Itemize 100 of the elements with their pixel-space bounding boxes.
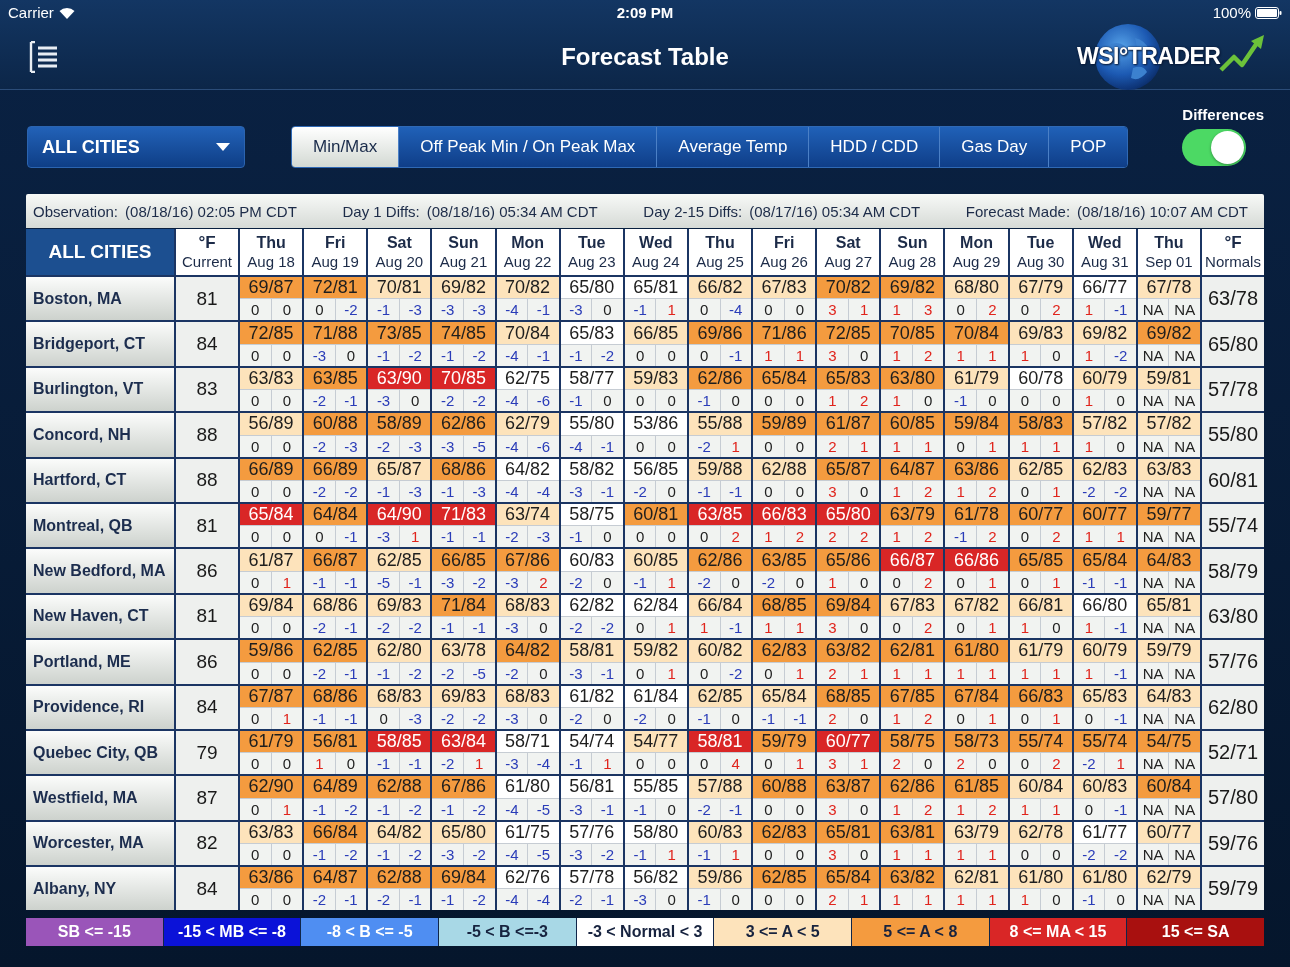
forecast-range: 62/85 xyxy=(1009,458,1072,480)
forecast-range: 57/78 xyxy=(560,867,623,889)
diff-value: 1 xyxy=(1073,299,1105,321)
forecast-range: 63/74 xyxy=(496,503,559,526)
diff-value: 2 xyxy=(911,571,944,593)
diff-value: 0 xyxy=(334,753,367,775)
diff-value: -1 xyxy=(1104,707,1136,729)
diff-value: NA xyxy=(1137,844,1169,866)
forecast-range: 61/84 xyxy=(624,685,687,707)
diff-value: 0 xyxy=(240,889,271,911)
info-label: Day 2-15 Diffs: xyxy=(643,202,743,220)
diff-value: 0 xyxy=(847,344,880,366)
forecast-range: 60/81 xyxy=(624,503,687,526)
forecast-range: 61/78 xyxy=(945,503,1008,526)
diff-value: 1 xyxy=(945,662,977,684)
battery-icon xyxy=(1255,6,1282,19)
forecast-range: 58/83 xyxy=(1009,413,1072,435)
diff-value: -1 xyxy=(1104,617,1136,639)
diff-value: -1 xyxy=(719,480,752,502)
diff-value: 3 xyxy=(817,299,848,321)
diff-value: -2 xyxy=(560,707,592,729)
forecast-range: 62/85 xyxy=(304,640,367,662)
diff-value: -2 xyxy=(1073,844,1105,866)
forecast-range: 71/88 xyxy=(304,322,367,344)
diff-value: 1 xyxy=(881,798,912,820)
diff-value: -3 xyxy=(560,662,592,684)
forecast-range: 67/78 xyxy=(1137,277,1200,299)
diff-value: 1 xyxy=(881,707,912,729)
forecast-range: 67/85 xyxy=(881,685,944,707)
forecast-range: 68/83 xyxy=(496,685,559,707)
diff-value: -4 xyxy=(496,299,528,321)
diff-value: 0 xyxy=(655,753,687,775)
diff-value: 1 xyxy=(398,526,431,548)
forecast-range: 68/85 xyxy=(817,685,880,707)
forecast-range: 63/86 xyxy=(945,458,1008,480)
forecast-range: 63/82 xyxy=(817,640,880,662)
city-cell: Worcester, MA xyxy=(26,821,174,866)
trend-arrow-icon xyxy=(1219,34,1265,74)
forecast-range: 69/83 xyxy=(432,685,495,707)
diff-value: 0 xyxy=(911,753,944,775)
diff-value: 0 xyxy=(945,707,977,729)
diff-value: 1 xyxy=(1040,662,1072,684)
tab[interactable]: POP xyxy=(1048,127,1128,167)
diff-value: -1 xyxy=(527,299,559,321)
day-label: Fri xyxy=(324,233,346,253)
diff-value: 1 xyxy=(881,344,912,366)
diff-value: -2 xyxy=(304,617,335,639)
menu-icon[interactable] xyxy=(29,41,58,73)
tab[interactable]: Average Temp xyxy=(656,127,809,167)
city-dropdown[interactable]: ALL CITIES xyxy=(27,126,245,168)
diff-value: NA xyxy=(1168,299,1200,321)
info-label: Forecast Made: xyxy=(965,202,1071,220)
forecast-range: 60/88 xyxy=(753,776,816,798)
diff-value: 2 xyxy=(527,571,559,593)
diff-value: -5 xyxy=(527,844,559,866)
diff-value: -2 xyxy=(560,617,592,639)
diff-value: 0 xyxy=(783,889,816,911)
forecast-range: 63/81 xyxy=(881,821,944,844)
diff-value: 1 xyxy=(783,617,816,639)
forecast-range: 60/77 xyxy=(1009,503,1072,526)
diff-value: 0 xyxy=(1040,617,1072,639)
forecast-range: 65/87 xyxy=(817,458,880,480)
diff-value: 1 xyxy=(1073,344,1105,366)
forecast-range: 63/79 xyxy=(945,821,1008,844)
diff-value: -4 xyxy=(496,344,528,366)
forecast-range: 69/84 xyxy=(432,867,495,889)
forecast-range: 72/81 xyxy=(304,277,367,299)
forecast-range: 66/87 xyxy=(881,549,944,571)
diff-value: -1 xyxy=(527,344,559,366)
diff-value: -1 xyxy=(753,707,784,729)
differences-toggle[interactable] xyxy=(1182,129,1247,166)
day-label: Sat xyxy=(835,233,861,253)
diff-value: -1 xyxy=(783,707,816,729)
diff-value: 1 xyxy=(945,344,977,366)
diff-value: -1 xyxy=(432,617,463,639)
diff-value: 0 xyxy=(783,299,816,321)
diff-value: 0 xyxy=(270,753,303,775)
diff-value: -1 xyxy=(368,344,399,366)
forecast-range: 61/79 xyxy=(240,730,303,753)
tab[interactable]: Off Peak Min / On Peak Max xyxy=(398,127,657,167)
city-cell: Montreal, QB xyxy=(26,503,174,548)
diff-value: -3 xyxy=(398,480,431,502)
forecast-range: 57/82 xyxy=(1137,413,1200,435)
diff-value: -3 xyxy=(496,707,528,729)
date-label: Aug 27 xyxy=(824,252,873,271)
diff-value: -2 xyxy=(462,889,495,911)
date-label: Aug 31 xyxy=(1081,252,1129,271)
tab[interactable]: Min/Max xyxy=(292,127,399,167)
legend-item: 15 <= SA xyxy=(1127,918,1264,947)
diff-value: -4 xyxy=(527,753,559,775)
forecast-range: 69/86 xyxy=(688,322,752,344)
column-label: Normals xyxy=(1205,253,1261,272)
current-temp-cell: 81 xyxy=(176,503,238,548)
forecast-range: 67/87 xyxy=(240,685,303,707)
tab[interactable]: Gas Day xyxy=(939,127,1049,167)
forecast-range: 70/81 xyxy=(368,277,431,299)
diff-value: -2 xyxy=(496,526,528,548)
tab[interactable]: HDD / CDD xyxy=(808,127,940,167)
diff-value: -2 xyxy=(624,707,656,729)
diff-value: -2 xyxy=(591,844,623,866)
